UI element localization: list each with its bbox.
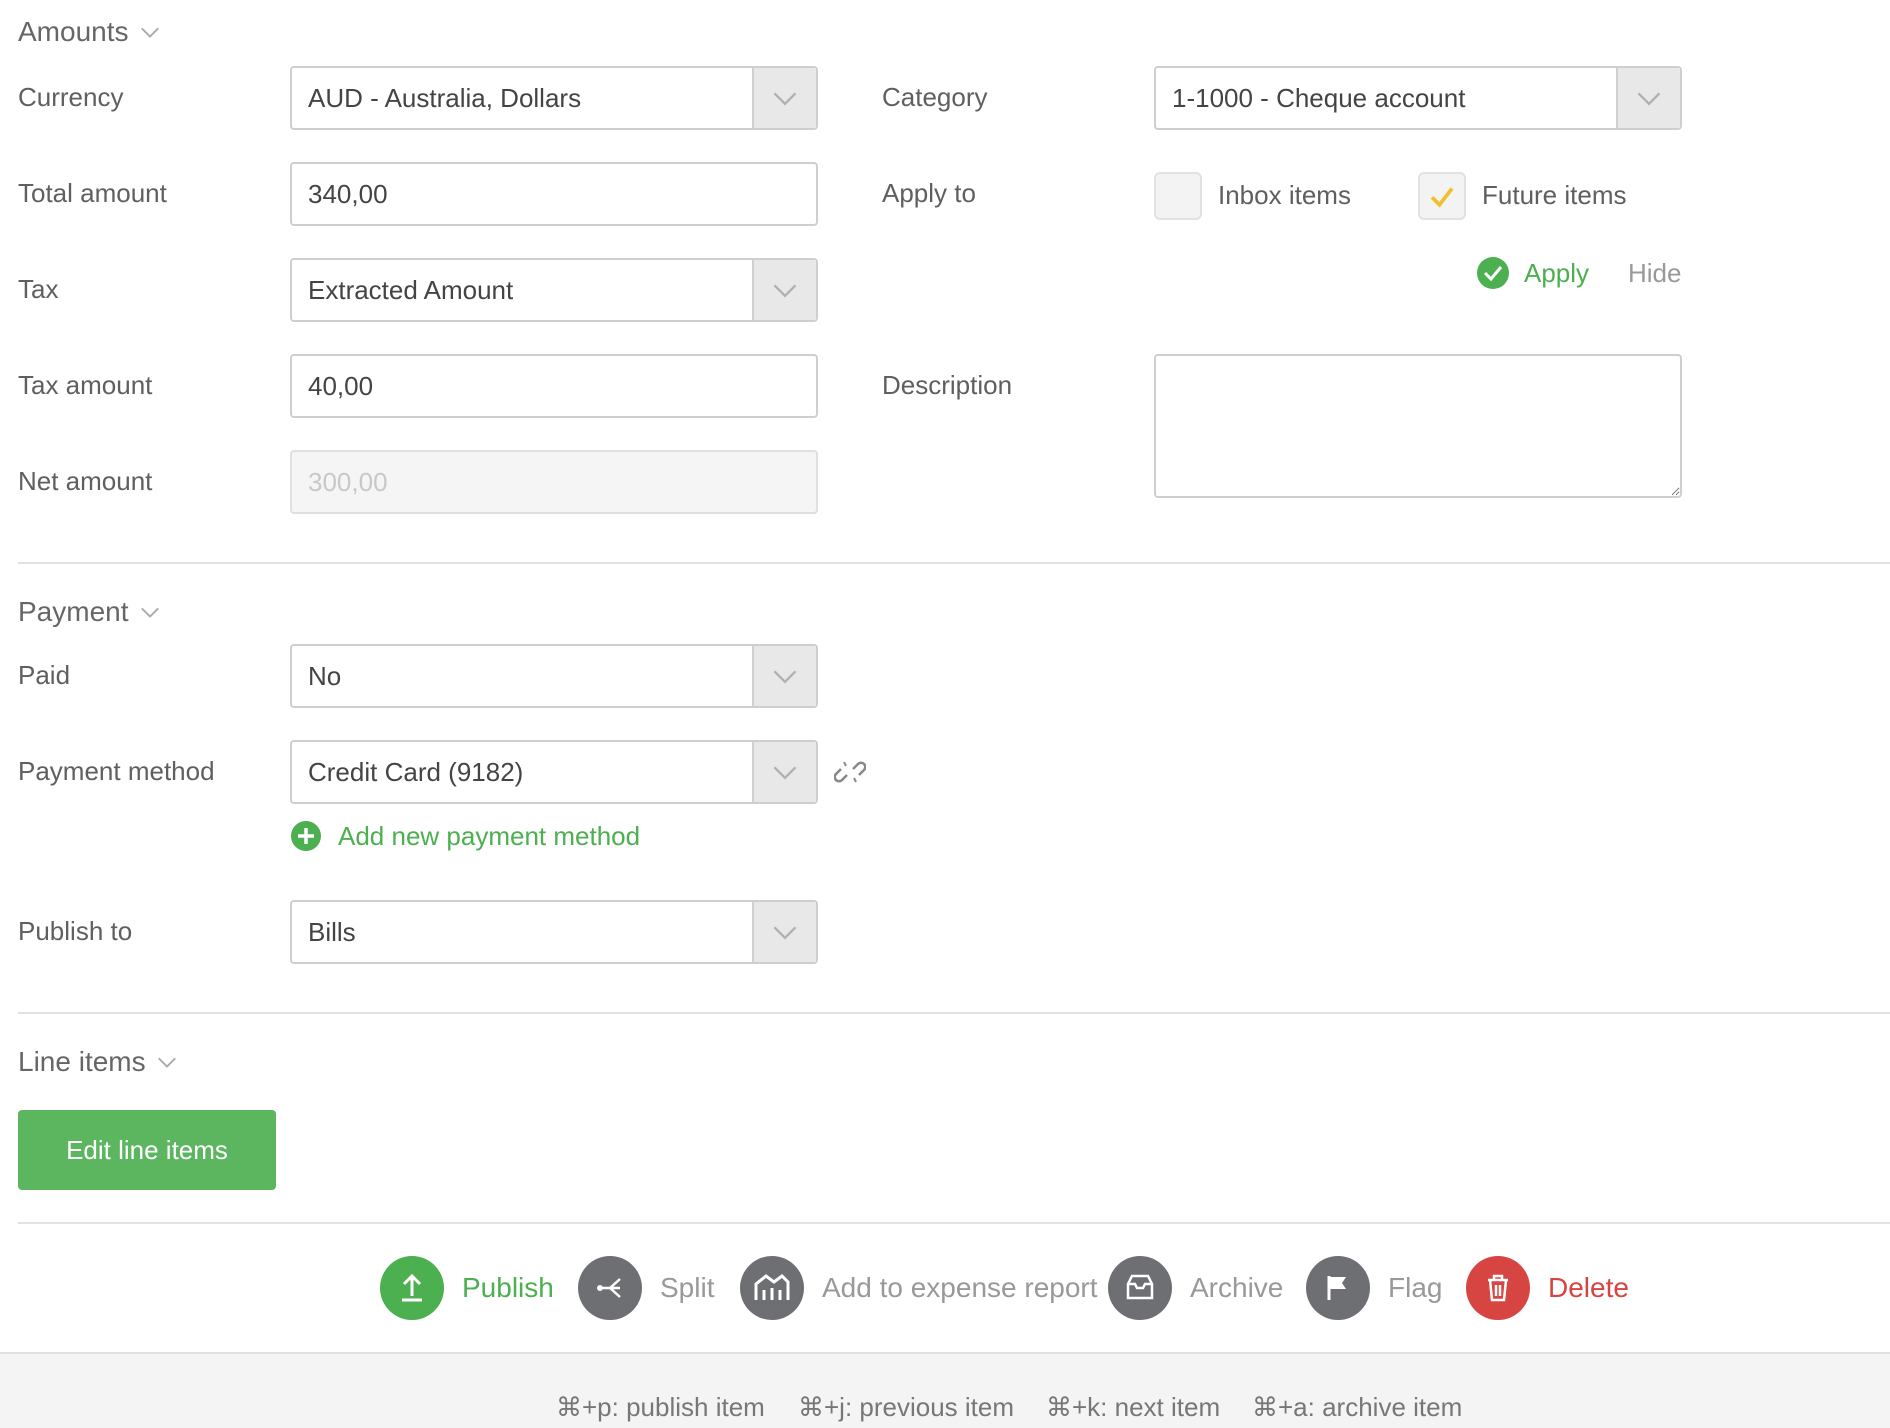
apply-button[interactable]: Apply bbox=[1476, 256, 1589, 290]
add-to-expense-report-label: Add to expense report bbox=[822, 1272, 1098, 1303]
chevron-down-icon[interactable] bbox=[752, 260, 816, 320]
chevron-down-icon[interactable] bbox=[752, 68, 816, 128]
publish-to-value: Bills bbox=[308, 916, 356, 947]
paid-value: No bbox=[308, 660, 342, 691]
category-label: Category bbox=[882, 82, 988, 112]
add-payment-method-label: Add new payment method bbox=[338, 820, 641, 851]
tax-label: Tax bbox=[18, 274, 59, 304]
publish-to-select[interactable]: Bills bbox=[290, 900, 818, 964]
unlink-icon[interactable] bbox=[834, 756, 866, 788]
currency-label: Currency bbox=[18, 82, 124, 112]
category-select[interactable]: 1-1000 - Cheque account bbox=[1154, 66, 1682, 130]
net-amount-label: Net amount bbox=[18, 466, 153, 496]
line-items-title: Line items bbox=[18, 1046, 146, 1077]
total-amount-value: 340,00 bbox=[308, 178, 388, 209]
section-divider bbox=[18, 562, 1890, 564]
split-icon bbox=[578, 1256, 642, 1320]
flag-icon bbox=[1306, 1256, 1370, 1320]
expense-report-icon bbox=[740, 1256, 804, 1320]
apply-label: Apply bbox=[1524, 257, 1590, 288]
tax-amount-label: Tax amount bbox=[18, 370, 153, 400]
paid-select[interactable]: No bbox=[290, 644, 818, 708]
split-button[interactable]: Split bbox=[578, 1256, 714, 1320]
apply-to-label: Apply to bbox=[882, 178, 976, 208]
paid-label: Paid bbox=[18, 660, 71, 690]
plus-circle-icon bbox=[291, 821, 321, 851]
section-title-line-items[interactable]: Line items bbox=[18, 1046, 178, 1078]
add-to-expense-report-button[interactable]: Add to expense report bbox=[740, 1256, 1098, 1320]
total-amount-label: Total amount bbox=[18, 178, 167, 208]
payment-method-label: Payment method bbox=[18, 756, 215, 786]
shortcut-previous: ⌘+j: previous item bbox=[798, 1392, 1015, 1422]
chevron-down-icon bbox=[157, 1057, 176, 1068]
shortcut-publish: ⌘+p: publish item bbox=[556, 1392, 765, 1422]
section-divider bbox=[18, 1012, 1890, 1014]
category-value: 1-1000 - Cheque account bbox=[1172, 82, 1466, 113]
currency-select[interactable]: AUD - Australia, Dollars bbox=[290, 66, 818, 130]
future-items-checkbox[interactable] bbox=[1418, 172, 1466, 220]
publish-label: Publish bbox=[462, 1272, 554, 1303]
chevron-down-icon[interactable] bbox=[1616, 68, 1680, 128]
archive-button[interactable]: Archive bbox=[1108, 1256, 1283, 1320]
chevron-down-icon bbox=[140, 607, 159, 618]
description-label: Description bbox=[882, 370, 1013, 400]
tax-amount-input[interactable]: 40,00 bbox=[290, 354, 818, 418]
section-title-payment[interactable]: Payment bbox=[18, 596, 161, 628]
future-items-label[interactable]: Future items bbox=[1482, 180, 1627, 211]
total-amount-input[interactable]: 340,00 bbox=[290, 162, 818, 226]
chevron-down-icon[interactable] bbox=[752, 646, 816, 706]
chevron-down-icon[interactable] bbox=[752, 902, 816, 962]
currency-value: AUD - Australia, Dollars bbox=[308, 82, 582, 113]
trash-icon bbox=[1466, 1256, 1530, 1320]
section-title-amounts[interactable]: Amounts bbox=[18, 16, 161, 48]
payment-title: Payment bbox=[18, 596, 129, 627]
delete-button[interactable]: Delete bbox=[1466, 1256, 1629, 1320]
net-amount-value: 300,00 bbox=[308, 466, 388, 497]
flag-label: Flag bbox=[1388, 1272, 1443, 1303]
publish-button[interactable]: Publish bbox=[380, 1256, 554, 1320]
description-textarea[interactable] bbox=[1154, 354, 1682, 498]
payment-method-select[interactable]: Credit Card (9182) bbox=[290, 740, 818, 804]
tax-select[interactable]: Extracted Amount bbox=[290, 258, 818, 322]
check-circle-icon bbox=[1477, 257, 1509, 289]
archive-icon bbox=[1108, 1256, 1172, 1320]
net-amount-input: 300,00 bbox=[290, 450, 818, 514]
shortcut-next: ⌘+k: next item bbox=[1046, 1392, 1221, 1422]
chevron-down-icon[interactable] bbox=[752, 742, 816, 802]
edit-line-items-button[interactable]: Edit line items bbox=[18, 1110, 276, 1190]
tax-amount-value: 40,00 bbox=[308, 370, 374, 401]
section-divider bbox=[18, 1222, 1890, 1224]
archive-label: Archive bbox=[1190, 1272, 1284, 1303]
delete-label: Delete bbox=[1548, 1272, 1629, 1303]
flag-button[interactable]: Flag bbox=[1306, 1256, 1442, 1320]
upload-icon bbox=[380, 1256, 444, 1320]
tax-value: Extracted Amount bbox=[308, 274, 514, 305]
inbox-items-checkbox[interactable] bbox=[1154, 172, 1202, 220]
payment-method-value: Credit Card (9182) bbox=[308, 756, 524, 787]
shortcut-archive: ⌘+a: archive item bbox=[1252, 1392, 1463, 1422]
checkmark-icon bbox=[1430, 187, 1454, 208]
split-label: Split bbox=[660, 1272, 715, 1303]
publish-to-label: Publish to bbox=[18, 916, 133, 946]
chevron-down-icon bbox=[140, 27, 159, 38]
amounts-title: Amounts bbox=[18, 16, 129, 47]
inbox-items-label[interactable]: Inbox items bbox=[1218, 180, 1351, 211]
add-payment-method-link[interactable]: Add new payment method bbox=[290, 820, 640, 852]
hide-link[interactable]: Hide bbox=[1628, 258, 1681, 289]
